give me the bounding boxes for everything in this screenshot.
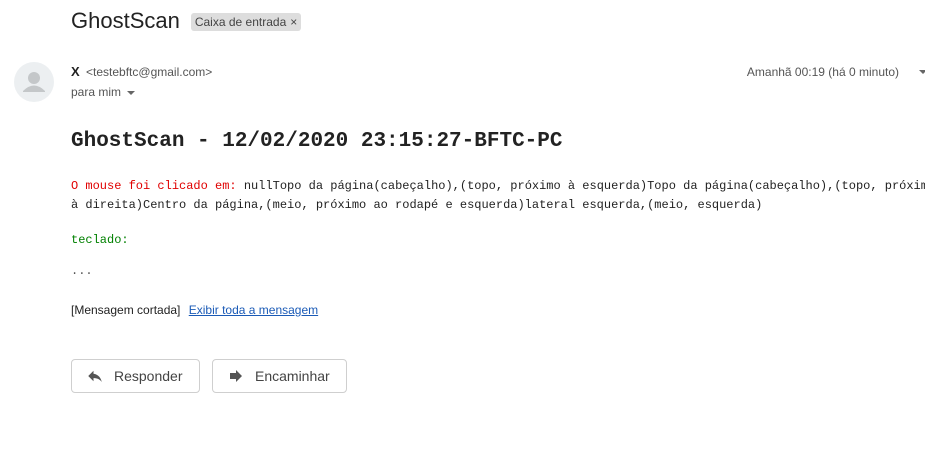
email-subject: GhostScan	[71, 8, 180, 33]
message-heading: GhostScan - 12/02/2020 23:15:27-BFTC-PC	[71, 130, 563, 153]
remove-label-button[interactable]: ×	[290, 15, 297, 29]
sender-line: X <testebftc@gmail.com>	[71, 64, 212, 79]
keyboard-log-label: teclado:	[71, 233, 129, 247]
sender-avatar[interactable]	[14, 62, 54, 102]
forward-label: Encaminhar	[255, 368, 330, 384]
inbox-label-chip[interactable]: Caixa de entrada ×	[190, 13, 302, 31]
mouse-click-log: O mouse foi clicado em: nullTopo da pági…	[71, 177, 925, 215]
reply-button[interactable]: Responder	[71, 359, 200, 393]
trimmed-message-notice: [Mensagem cortada] Exibir toda a mensage…	[71, 303, 318, 317]
chevron-down-icon	[127, 90, 136, 95]
sender-name[interactable]: X	[71, 64, 80, 79]
subject-row: GhostScan Caixa de entrada ×	[71, 6, 302, 36]
trimmed-content-ellipsis: ...	[71, 264, 93, 278]
forward-button[interactable]: Encaminhar	[212, 359, 347, 393]
trimmed-notice-text: [Mensagem cortada]	[71, 303, 181, 317]
show-full-message-link[interactable]: Exibir toda a mensagem	[189, 303, 318, 317]
sender-email: <testebftc@gmail.com>	[86, 65, 213, 79]
more-options-chevron-icon[interactable]	[919, 70, 925, 74]
recipient-text: para mim	[71, 85, 122, 99]
message-timestamp: Amanhã 00:19 (há 0 minuto)	[746, 65, 899, 79]
click-log-label: O mouse foi clicado em:	[71, 179, 237, 193]
forward-arrow-icon	[230, 370, 242, 382]
inbox-label-text: Caixa de entrada	[194, 15, 287, 29]
recipient-details-toggle[interactable]: para mim	[71, 85, 136, 99]
reply-arrow-icon	[88, 370, 102, 382]
default-person-icon	[23, 72, 45, 92]
reply-label: Responder	[114, 368, 183, 384]
